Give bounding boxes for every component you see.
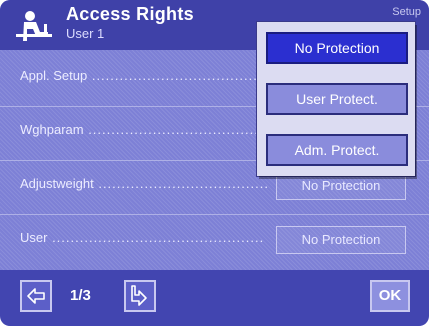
option-user-protect[interactable]: User Protect.	[266, 83, 408, 115]
page-indicator: 1/3	[70, 287, 91, 304]
arrow-left-icon	[27, 288, 45, 304]
row-divider	[0, 214, 429, 215]
row-leader-dots: ........................................…	[98, 176, 268, 191]
row-label: Adjustweight	[20, 176, 94, 191]
row-label: User	[20, 230, 48, 245]
row-leader-dots: ........................................…	[88, 122, 268, 137]
row-label-wrap: Wghparam ...............................…	[20, 122, 268, 142]
prev-page-button[interactable]	[20, 280, 52, 312]
user-at-desk-icon	[16, 11, 52, 41]
next-page-button[interactable]	[124, 280, 156, 312]
page-subtitle: User 1	[66, 26, 105, 41]
option-no-protection[interactable]: No Protection	[266, 32, 408, 64]
row-label-wrap: User ...................................…	[20, 230, 268, 250]
adjustweight-value-field[interactable]: No Protection	[276, 172, 406, 200]
protection-options-popup: No Protection User Protect. Adm. Protect…	[257, 22, 415, 176]
row-label-wrap: Appl. Setup ............................…	[20, 68, 268, 88]
arrow-down-right-icon	[131, 285, 147, 306]
page-title: Access Rights	[66, 4, 194, 24]
user-value-field[interactable]: No Protection	[276, 226, 406, 254]
row-leader-dots: ........................................…	[47, 230, 265, 245]
row-label: Appl. Setup	[20, 68, 88, 83]
option-adm-protect[interactable]: Adm. Protect.	[266, 134, 408, 166]
access-rights-screen: Access Rights User 1 Setup Appl. Setup .…	[0, 0, 429, 326]
row-leader-dots: ........................................…	[91, 68, 268, 83]
ok-button[interactable]: OK	[370, 280, 410, 312]
row-user[interactable]: User ...................................…	[0, 220, 429, 260]
row-label-wrap: Adjustweight ...........................…	[20, 176, 268, 196]
footer-bar: 1/3 OK	[0, 270, 429, 326]
setup-label: Setup	[392, 6, 421, 18]
row-label: Wghparam	[20, 122, 84, 137]
